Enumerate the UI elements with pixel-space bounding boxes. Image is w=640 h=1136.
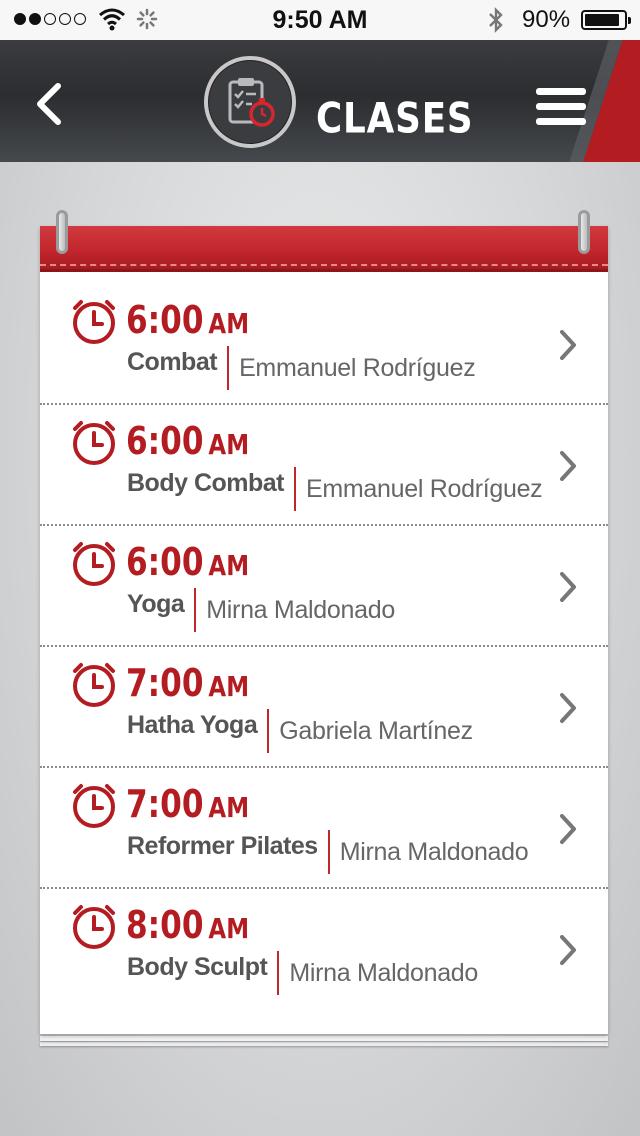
class-name: Combat bbox=[127, 348, 218, 376]
back-button[interactable] bbox=[30, 80, 70, 128]
clock-icon bbox=[73, 663, 115, 707]
class-time-ampm: AM bbox=[208, 307, 250, 340]
class-time-ampm: AM bbox=[208, 428, 250, 461]
class-time: 8:00 AM bbox=[126, 903, 249, 947]
chevron-right-icon bbox=[560, 935, 576, 965]
clock-icon bbox=[73, 421, 115, 465]
card-page-edge bbox=[40, 1042, 608, 1046]
class-name: Hatha Yoga bbox=[127, 711, 258, 739]
chevron-right-icon bbox=[560, 814, 576, 844]
clipboard-stopwatch-icon bbox=[204, 56, 296, 148]
class-time: 6:00 AM bbox=[126, 298, 249, 342]
class-time-ampm: AM bbox=[208, 670, 250, 703]
class-time: 7:00 AM bbox=[126, 661, 249, 705]
class-schedule-card: 6:00 AM Combat Emmanuel Rodríguez 6:00 AM … bbox=[40, 210, 608, 1034]
page-title: CLASES bbox=[316, 93, 474, 143]
chevron-right-icon bbox=[560, 693, 576, 723]
class-name: Yoga bbox=[127, 590, 185, 618]
divider bbox=[227, 346, 230, 390]
divider bbox=[277, 951, 280, 995]
chevron-right-icon bbox=[560, 330, 576, 360]
class-time-value: 7:00 bbox=[126, 661, 204, 705]
clock-icon bbox=[73, 542, 115, 586]
class-time-value: 8:00 bbox=[126, 903, 204, 947]
clock-icon bbox=[73, 905, 115, 949]
class-list-item[interactable]: 7:00 AM Hatha Yoga Gabriela Martínez bbox=[40, 647, 608, 768]
bluetooth-icon bbox=[489, 7, 503, 33]
class-time-value: 6:00 bbox=[126, 540, 204, 584]
class-list-item[interactable]: 6:00 AM Combat Emmanuel Rodríguez bbox=[40, 284, 608, 405]
instructor-name: Mirna Maldonado bbox=[206, 596, 395, 624]
divider bbox=[294, 467, 296, 511]
chevron-right-icon bbox=[560, 572, 576, 602]
class-time-value: 7:00 bbox=[126, 782, 204, 826]
clock-icon bbox=[73, 300, 115, 344]
instructor-name: Gabriela Martínez bbox=[279, 717, 473, 745]
class-time: 6:00 AM bbox=[126, 540, 249, 584]
class-time: 6:00 AM bbox=[126, 419, 249, 463]
battery-percent: 90% bbox=[522, 6, 571, 33]
class-list-item[interactable]: 8:00 AM Body Sculpt Mirna Maldonado bbox=[40, 889, 608, 1010]
divider bbox=[267, 709, 270, 753]
class-list-item[interactable]: 6:00 AM Body Combat Emmanuel Rodríguez bbox=[40, 405, 608, 526]
menu-button[interactable] bbox=[536, 88, 588, 128]
divider bbox=[327, 830, 330, 874]
instructor-name: Emmanuel Rodríguez bbox=[239, 354, 476, 382]
class-list: 6:00 AM Combat Emmanuel Rodríguez 6:00 AM … bbox=[40, 284, 608, 1010]
class-name: Body Sculpt bbox=[127, 953, 268, 981]
clock-icon bbox=[73, 784, 115, 828]
class-time-value: 6:00 bbox=[126, 419, 204, 463]
instructor-name: Mirna Maldonado bbox=[339, 838, 529, 866]
app-header: CLASES bbox=[0, 40, 640, 162]
class-time-ampm: AM bbox=[208, 791, 250, 824]
card-page-edge bbox=[40, 1036, 608, 1041]
binder-ring-icon bbox=[56, 210, 68, 254]
chevron-left-icon bbox=[37, 83, 61, 125]
class-name: Reformer Pilates bbox=[127, 832, 318, 860]
class-time: 7:00 AM bbox=[126, 782, 249, 826]
binder-ring-icon bbox=[578, 210, 590, 254]
instructor-name: Mirna Maldonado bbox=[289, 959, 479, 987]
class-name: Body Combat bbox=[127, 469, 285, 497]
chevron-right-icon bbox=[560, 451, 576, 481]
calendar-binding bbox=[40, 226, 608, 272]
instructor-name: Emmanuel Rodríguez bbox=[306, 475, 543, 503]
class-time-ampm: AM bbox=[208, 912, 250, 945]
status-bar: 9:50 AM 90% bbox=[0, 0, 640, 40]
class-time-value: 6:00 bbox=[126, 298, 204, 342]
battery-icon bbox=[581, 10, 631, 30]
class-list-item[interactable]: 6:00 AM Yoga Mirna Maldonado bbox=[40, 526, 608, 647]
class-time-ampm: AM bbox=[208, 549, 250, 582]
class-list-item[interactable]: 7:00 AM Reformer Pilates Mirna Maldonado bbox=[40, 768, 608, 889]
divider bbox=[194, 588, 197, 632]
